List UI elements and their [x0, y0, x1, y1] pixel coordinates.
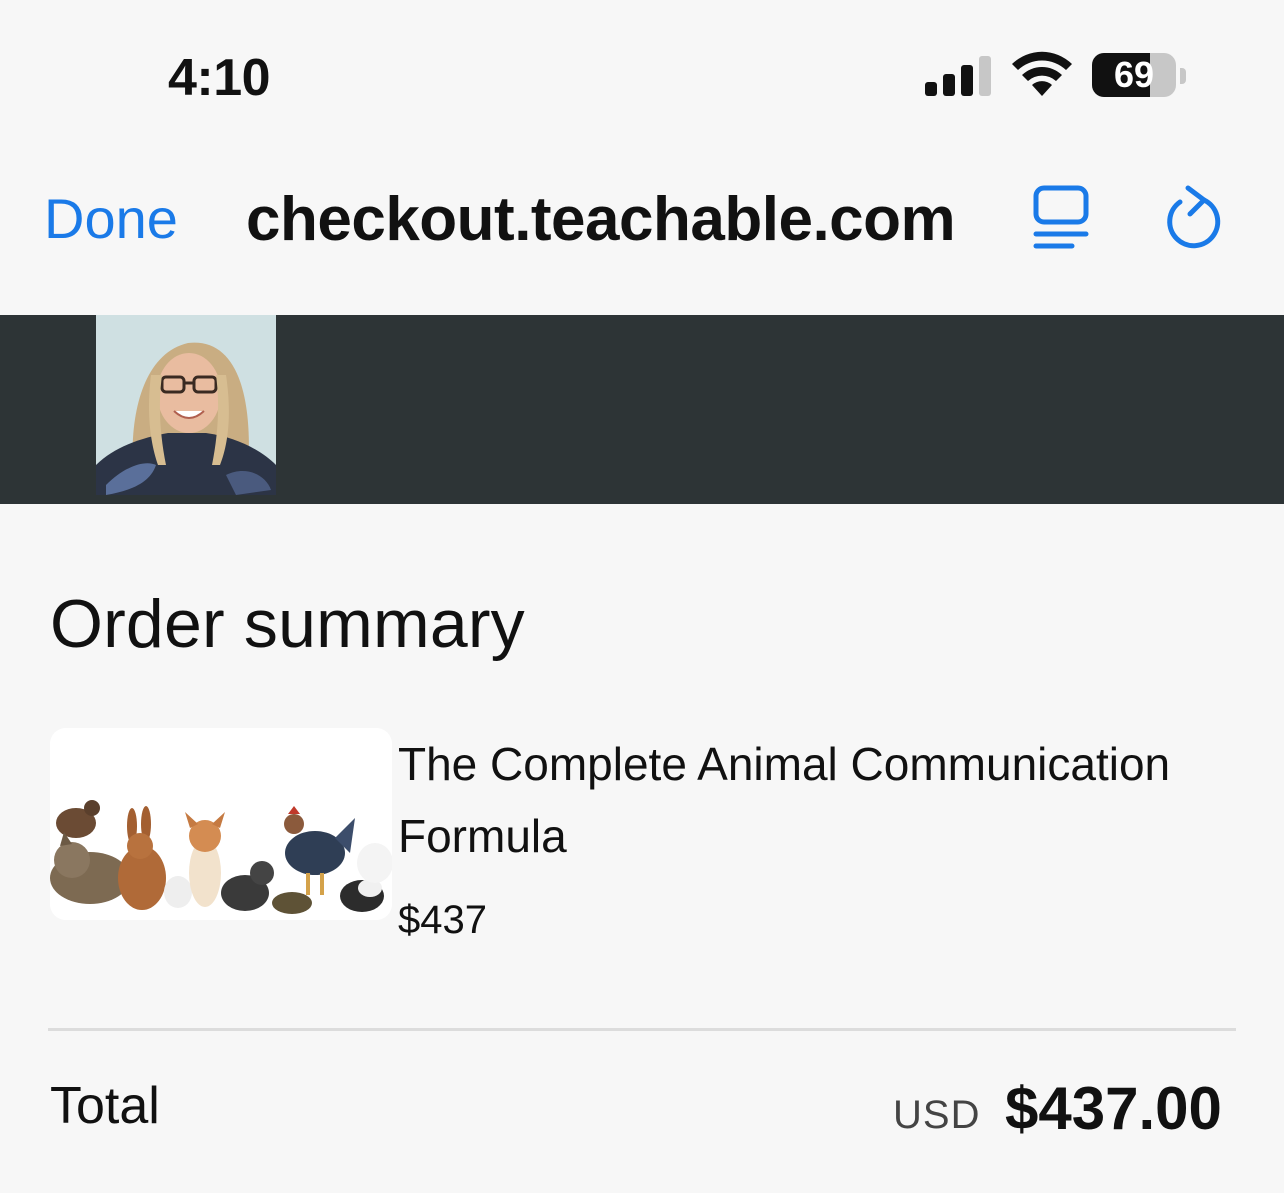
cellular-signal-icon — [925, 56, 991, 96]
divider — [48, 1028, 1236, 1031]
battery-percent: 69 — [1113, 54, 1155, 95]
product-price: $437 — [398, 898, 487, 942]
total-amount: $437.00 — [1005, 1075, 1222, 1142]
school-header — [0, 315, 1284, 504]
url-display: checkout.teachable.com — [246, 185, 956, 254]
done-button[interactable]: Done — [44, 186, 178, 251]
total-label: Total — [50, 1077, 160, 1135]
status-bar: 4:10 69 — [0, 0, 1284, 150]
reload-icon[interactable] — [1158, 184, 1224, 252]
wifi-icon — [1012, 51, 1072, 96]
browser-nav-bar: Done checkout.teachable.com — [0, 150, 1284, 315]
battery-indicator: 69 — [1092, 53, 1188, 99]
product-name: The Complete Animal Communication Formul… — [398, 738, 1171, 862]
status-time: 4:10 — [168, 49, 271, 107]
product-thumbnail — [50, 728, 392, 920]
reader-mode-icon[interactable] — [1030, 184, 1092, 252]
order-summary-heading: Order summary — [50, 586, 525, 662]
instructor-avatar — [96, 315, 276, 495]
battery-cap — [1180, 68, 1186, 84]
total-currency: USD — [893, 1093, 981, 1137]
